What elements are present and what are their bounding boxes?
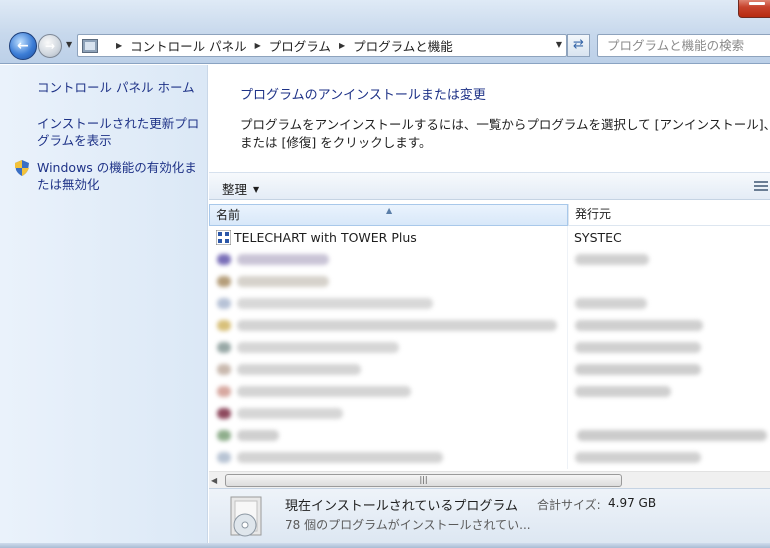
program-count: 78 個のプログラムがインストールされてい... [285, 518, 531, 532]
program-icon [217, 254, 231, 265]
sidebar: コントロール パネル ホーム インストールされた更新プログラムを表示 Windo… [0, 65, 208, 543]
obscured-name [237, 364, 361, 375]
obscured-name [237, 254, 329, 265]
refresh-icon: ⇄ [573, 37, 584, 52]
window-bottom-border [0, 543, 770, 548]
program-list: TELECHART with TOWER Plus SYSTEC [209, 227, 770, 469]
horizontal-scrollbar[interactable]: ◀ ||| [209, 471, 770, 488]
program-row-obscured[interactable] [209, 293, 770, 315]
address-dropdown-icon[interactable]: ▼ [556, 40, 562, 49]
total-size-label: 合計サイズ: [537, 498, 601, 512]
page-description: プログラムをアンインストールするには、一覧からプログラムを選択して [アンインス… [240, 116, 770, 152]
obscured-publisher [575, 298, 647, 309]
program-row-obscured[interactable] [209, 271, 770, 293]
program-icon [217, 364, 231, 375]
program-icon [217, 276, 231, 287]
breadcrumb-programs-and-features[interactable]: プログラムと機能 [353, 36, 453, 55]
program-row-obscured[interactable] [209, 447, 770, 469]
chevron-right-icon[interactable]: ▶ [116, 41, 122, 50]
program-row-obscured[interactable] [209, 381, 770, 403]
chevron-right-icon[interactable]: ▶ [255, 41, 261, 50]
chevron-right-icon[interactable]: ▶ [339, 41, 345, 50]
program-row-obscured[interactable] [209, 315, 770, 337]
obscured-name [237, 342, 399, 353]
program-row-obscured[interactable] [209, 425, 770, 447]
program-row-obscured[interactable] [209, 359, 770, 381]
sidebar-link-view-installed-updates[interactable]: インストールされた更新プログラムを表示 [37, 115, 202, 149]
obscured-name [237, 452, 443, 463]
forward-button[interactable]: → [38, 34, 62, 58]
program-row-obscured[interactable] [209, 403, 770, 425]
program-icon [217, 298, 231, 309]
obscured-publisher [577, 430, 767, 441]
program-icon [217, 430, 231, 441]
obscured-publisher [575, 342, 701, 353]
refresh-button[interactable]: ⇄ [567, 34, 590, 57]
column-header-publisher-label: 発行元 [575, 207, 612, 221]
breadcrumb-control-panel[interactable]: コントロール パネル [130, 36, 246, 55]
sidebar-link-windows-features[interactable]: Windows の機能の有効化または無効化 [37, 159, 202, 193]
breadcrumb-programs[interactable]: プログラム [269, 36, 331, 55]
control-panel-icon [82, 38, 98, 53]
program-icon [217, 320, 231, 331]
scrollbar-thumb[interactable]: ||| [225, 474, 622, 487]
program-row-obscured[interactable] [209, 337, 770, 359]
page-title: プログラムのアンインストールまたは変更 [240, 88, 486, 103]
view-options-icon[interactable] [754, 181, 768, 191]
details-pane: 現在インストールされているプログラム 合計サイズ: 4.97 GB 78 個のプ… [209, 488, 770, 543]
close-button[interactable] [738, 0, 770, 18]
obscured-name [237, 430, 279, 441]
column-header-publisher[interactable]: 発行元 [568, 204, 770, 226]
obscured-publisher [575, 386, 671, 397]
sort-ascending-icon: ▲ [386, 206, 393, 215]
back-button[interactable]: ← [9, 32, 37, 60]
organize-menu-button[interactable]: 整理 ▼ [222, 179, 259, 198]
close-icon [749, 2, 765, 5]
column-header: ▲ 名前 発行元 [209, 204, 770, 226]
main-content: プログラムのアンインストールまたは変更 プログラムをアンインストールするには、一… [209, 65, 770, 543]
program-row[interactable]: TELECHART with TOWER Plus SYSTEC [209, 227, 770, 249]
recent-pages-dropdown-icon[interactable]: ▼ [66, 40, 72, 49]
chevron-down-icon: ▼ [253, 185, 260, 194]
arrow-left-icon: ← [17, 38, 29, 54]
obscured-name [237, 298, 433, 309]
arrow-right-icon: → [45, 39, 56, 53]
sidebar-link-control-panel-home[interactable]: コントロール パネル ホーム [37, 79, 202, 96]
details-title: 現在インストールされているプログラム [285, 499, 518, 514]
program-publisher: SYSTEC [574, 230, 622, 245]
column-header-name-label: 名前 [216, 208, 241, 222]
program-icon [217, 342, 231, 353]
program-icon [217, 408, 231, 419]
installed-programs-icon [230, 496, 262, 537]
obscured-publisher [575, 320, 703, 331]
command-bar: 整理 ▼ [209, 172, 770, 200]
program-icon [217, 452, 231, 463]
obscured-name [237, 276, 329, 287]
program-name: TELECHART with TOWER Plus [234, 230, 417, 245]
total-size-value: 4.97 GB [608, 496, 657, 510]
organize-label: 整理 [222, 182, 248, 197]
title-bar: ← → ▼ ▶ コントロール パネル ▶ プログラム ▶ プログラムと機能 ▼ … [0, 0, 770, 64]
address-bar[interactable]: ▶ コントロール パネル ▶ プログラム ▶ プログラムと機能 ▼ [77, 34, 567, 57]
scroll-left-icon[interactable]: ◀ [211, 476, 217, 485]
program-icon [217, 386, 231, 397]
description-line: または [修復] をクリックします。 [240, 135, 432, 150]
obscured-publisher [575, 254, 649, 265]
description-line: プログラムをアンインストールするには、一覧からプログラムを選択して [アンインス… [240, 117, 770, 132]
column-header-name[interactable]: ▲ 名前 [209, 204, 568, 226]
program-row-obscured[interactable] [209, 249, 770, 271]
obscured-name [237, 320, 557, 331]
telechart-app-icon [216, 230, 231, 245]
obscured-publisher [575, 364, 701, 375]
obscured-publisher [575, 452, 701, 463]
uac-shield-icon [15, 160, 29, 176]
obscured-name [237, 408, 343, 419]
obscured-name [237, 386, 411, 397]
search-input[interactable]: プログラムと機能の検索 [597, 34, 770, 57]
